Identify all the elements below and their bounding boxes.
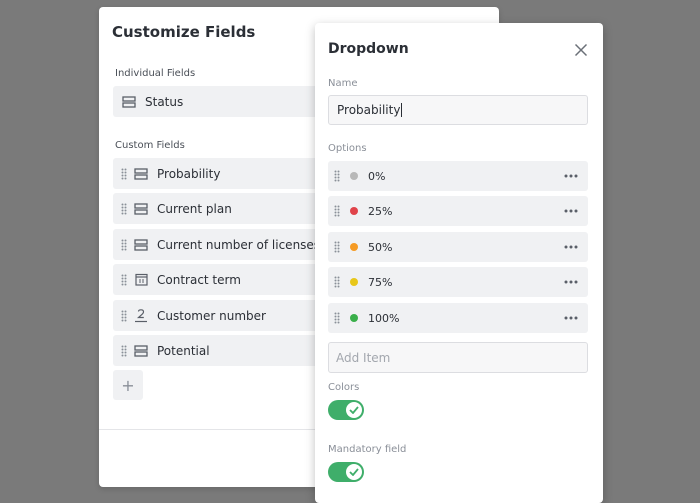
option-label: 75% — [368, 275, 393, 289]
colors-toggle[interactable] — [328, 400, 364, 420]
color-dot[interactable] — [350, 314, 358, 322]
colors-label: Colors — [328, 382, 360, 393]
option-row[interactable]: 0% — [328, 161, 588, 191]
field-label: Customer number — [157, 308, 266, 323]
option-label: 0% — [368, 169, 386, 183]
options-label: Options — [328, 143, 367, 154]
drag-handle-icon[interactable] — [119, 203, 129, 215]
color-dot[interactable] — [350, 243, 358, 251]
name-input-value: Probability — [337, 103, 401, 117]
drag-handle-icon[interactable] — [332, 241, 342, 253]
number-icon — [133, 308, 149, 323]
text-caret — [401, 103, 403, 117]
list-icon — [133, 238, 149, 252]
drag-handle-icon[interactable] — [119, 239, 129, 251]
color-dot[interactable] — [350, 172, 358, 180]
field-label: Contract term — [157, 272, 241, 287]
drag-handle-icon[interactable] — [332, 205, 342, 217]
more-options-icon[interactable] — [564, 276, 580, 288]
option-row[interactable]: 100% — [328, 303, 588, 333]
calendar-icon — [133, 273, 149, 287]
option-label: 100% — [368, 311, 400, 325]
list-icon — [133, 344, 149, 358]
individual-fields-label: Individual Fields — [115, 68, 196, 79]
option-label: 25% — [368, 204, 393, 218]
add-item-input[interactable]: Add Item — [328, 342, 588, 373]
field-label: Potential — [157, 343, 210, 358]
drag-handle-icon[interactable] — [332, 312, 342, 324]
list-icon — [133, 202, 149, 216]
color-dot[interactable] — [350, 278, 358, 286]
dropdown-editor-panel: Dropdown Name Probability Options 0% 25%… — [315, 23, 603, 503]
field-label: Status — [145, 94, 184, 109]
drag-handle-icon[interactable] — [119, 168, 129, 180]
more-options-icon[interactable] — [564, 170, 580, 182]
drag-handle-icon[interactable] — [119, 274, 129, 286]
drag-handle-icon[interactable] — [119, 345, 129, 357]
name-label: Name — [328, 78, 358, 89]
drag-handle-icon[interactable] — [332, 170, 342, 182]
drag-handle-icon[interactable] — [332, 276, 342, 288]
panel-title: Customize Fields — [112, 23, 256, 41]
custom-fields-label: Custom Fields — [115, 140, 185, 151]
list-icon — [133, 167, 149, 181]
option-row[interactable]: 75% — [328, 267, 588, 297]
add-item-placeholder: Add Item — [336, 350, 391, 365]
mandatory-field-toggle[interactable] — [328, 462, 364, 482]
toggle-knob — [346, 464, 362, 480]
color-dot[interactable] — [350, 207, 358, 215]
option-label: 50% — [368, 240, 393, 254]
toggle-knob — [346, 402, 362, 418]
option-row[interactable]: 50% — [328, 232, 588, 262]
more-options-icon[interactable] — [564, 241, 580, 253]
more-options-icon[interactable] — [564, 312, 580, 324]
add-field-button[interactable]: + — [113, 370, 143, 400]
editor-title: Dropdown — [328, 41, 409, 57]
field-label: Current number of licenses — [157, 237, 321, 252]
list-icon — [121, 95, 137, 109]
close-icon[interactable] — [574, 43, 590, 59]
drag-handle-icon[interactable] — [119, 310, 129, 322]
field-label: Current plan — [157, 201, 232, 216]
name-input[interactable]: Probability — [328, 95, 588, 125]
more-options-icon[interactable] — [564, 205, 580, 217]
option-row[interactable]: 25% — [328, 196, 588, 226]
mandatory-field-label: Mandatory field — [328, 444, 407, 455]
field-label: Probability — [157, 166, 221, 181]
